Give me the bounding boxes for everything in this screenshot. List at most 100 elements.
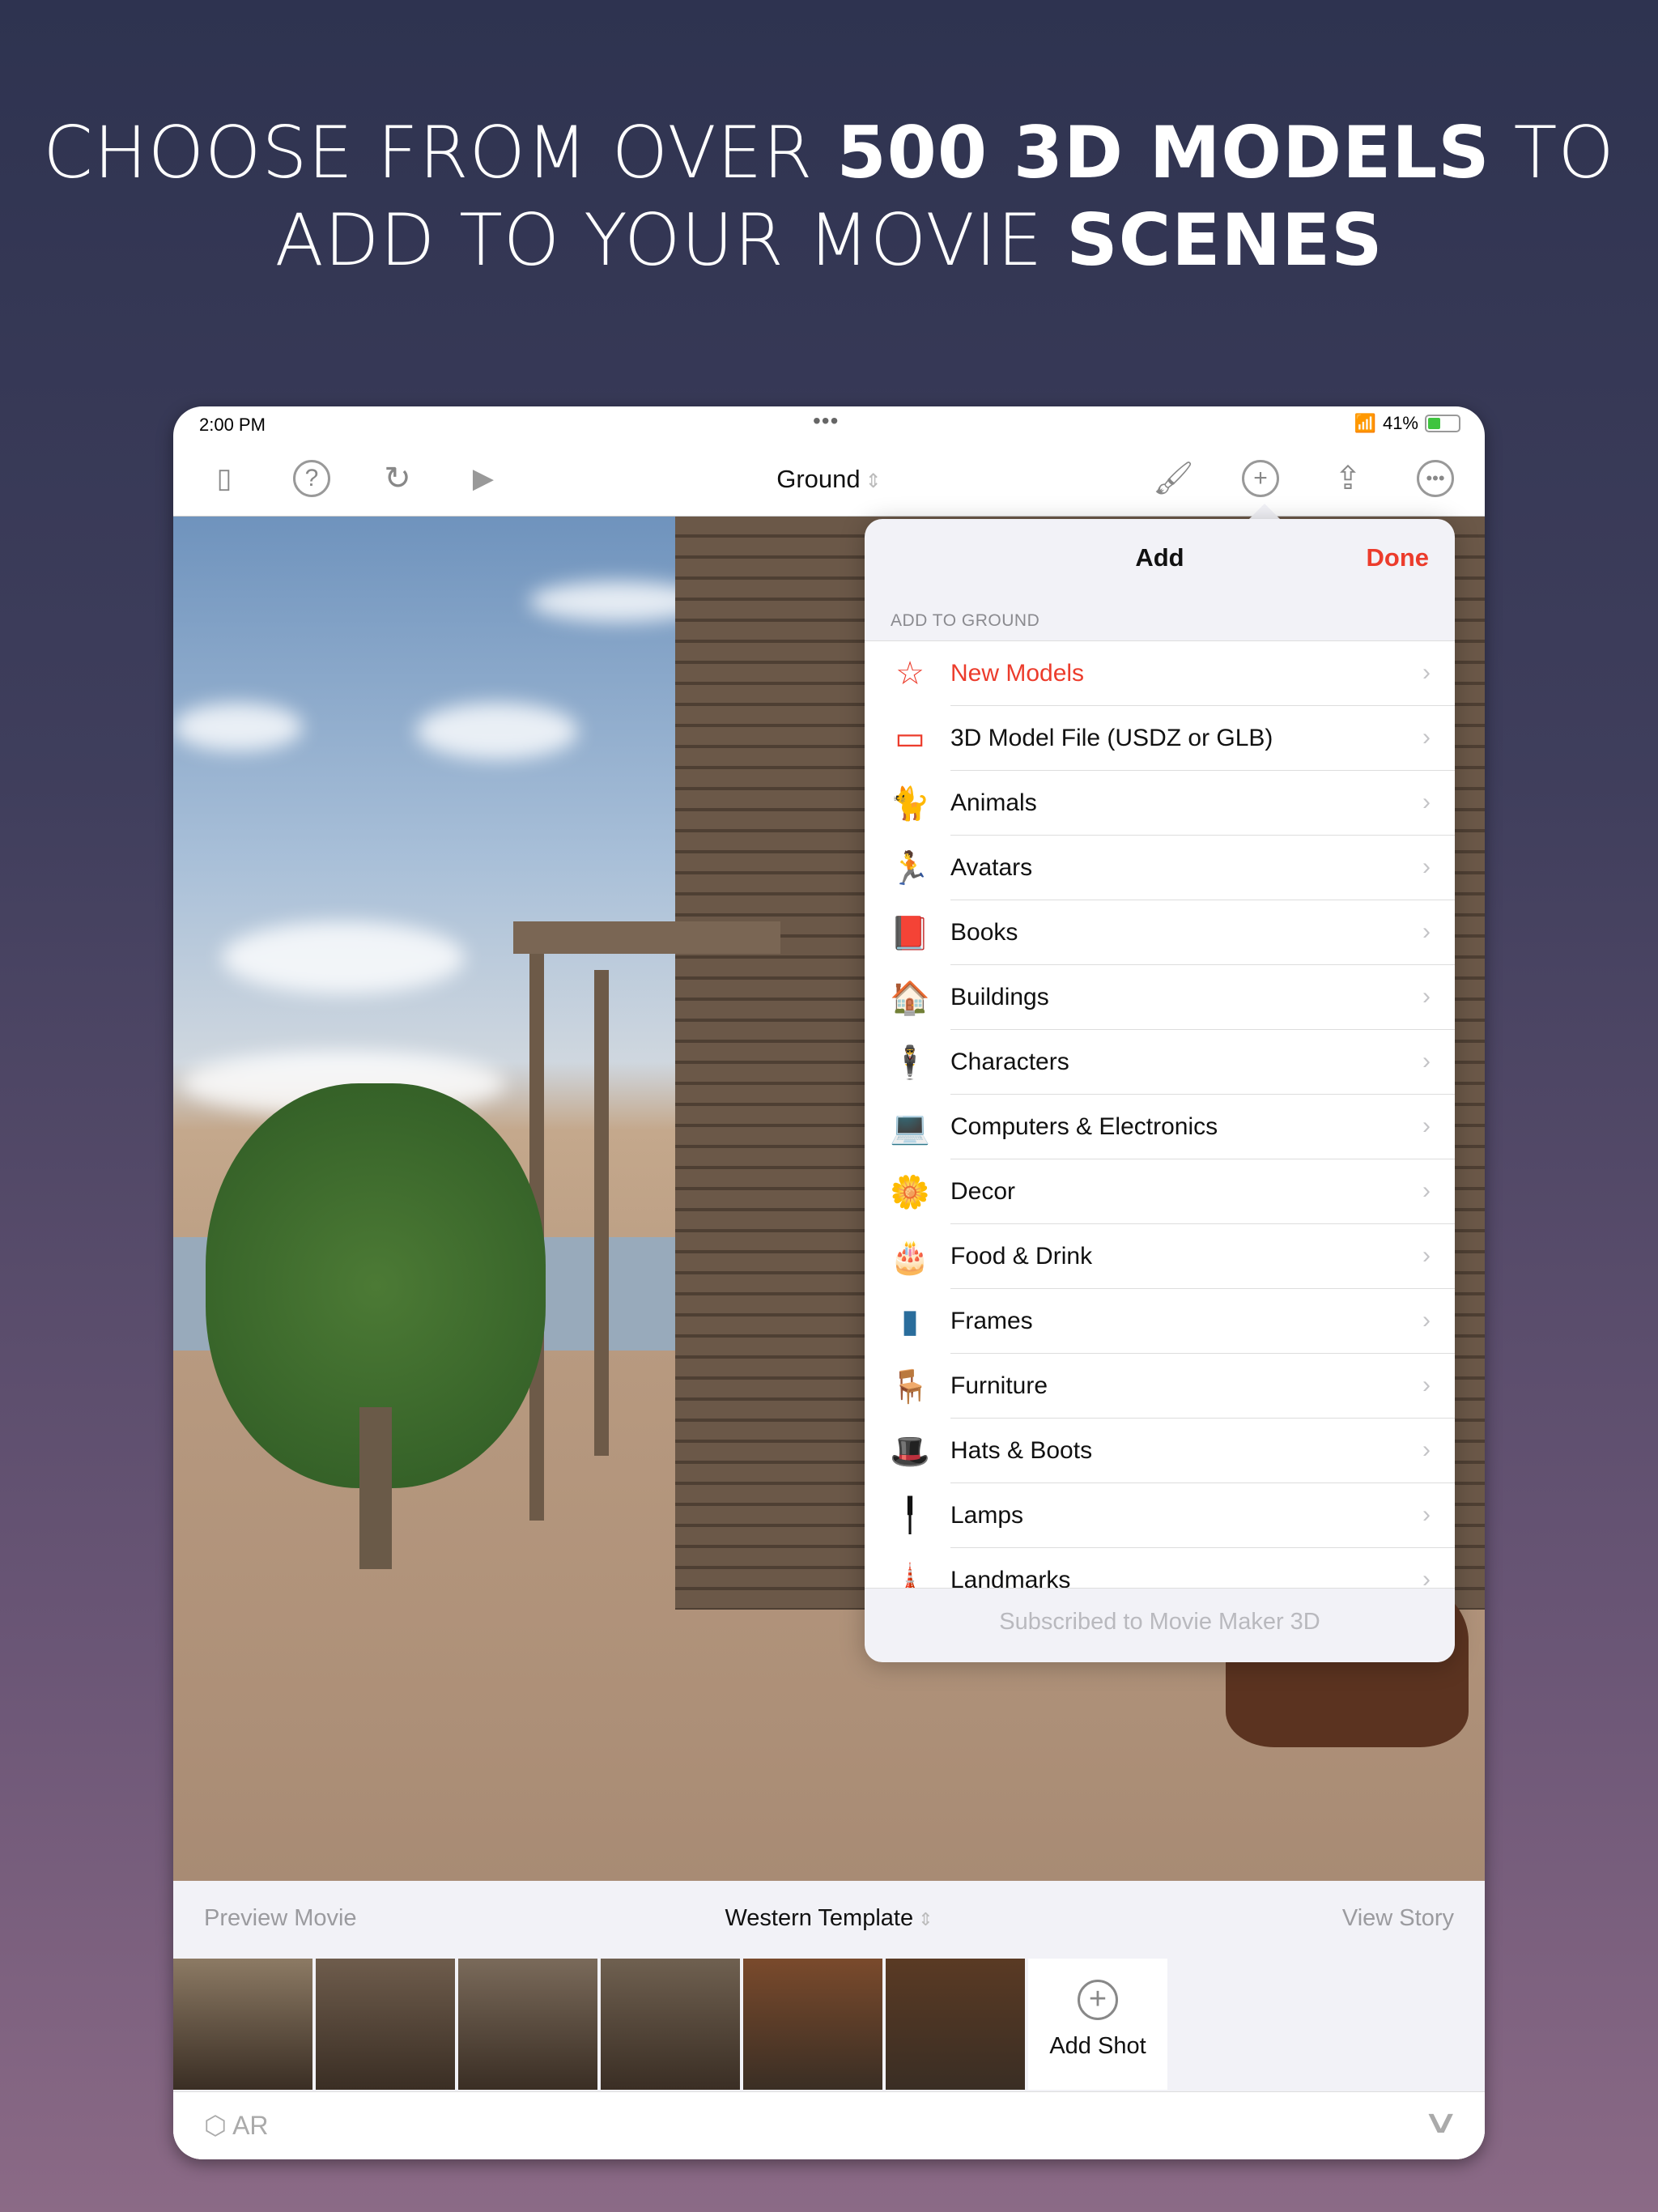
category-label: Computers & Electronics bbox=[950, 1095, 1455, 1159]
headline-text: TO bbox=[1490, 111, 1615, 194]
category-icon: 🎂 bbox=[890, 1239, 930, 1275]
chevron-right-icon: › bbox=[1422, 1177, 1431, 1204]
category-row[interactable]: ▭ 3D Model File (USDZ or GLB) › bbox=[865, 706, 1455, 771]
category-row[interactable]: ▮ Frames › bbox=[865, 1289, 1455, 1354]
category-icon: 🏃 bbox=[890, 850, 930, 887]
chevron-right-icon: › bbox=[1422, 724, 1431, 751]
share-icon[interactable]: ⇪ bbox=[1329, 460, 1367, 497]
chevron-right-icon: › bbox=[1422, 983, 1431, 1010]
category-label: New Models bbox=[950, 641, 1455, 706]
more-icon[interactable]: ••• bbox=[1417, 460, 1454, 497]
status-time: 2:00 PM bbox=[199, 415, 266, 435]
category-row[interactable]: 📕 Books › bbox=[865, 900, 1455, 965]
category-icon: 🎩 bbox=[890, 1433, 930, 1470]
section-header: ADD TO GROUND bbox=[891, 611, 1040, 630]
category-label: 3D Model File (USDZ or GLB) bbox=[950, 706, 1455, 771]
category-list[interactable]: ☆ New Models › ▭ 3D Model File (USDZ or GLB)… bbox=[865, 640, 1455, 1588]
category-row[interactable]: 🪑 Furniture › bbox=[865, 1354, 1455, 1419]
chevron-right-icon: › bbox=[1422, 1307, 1431, 1334]
toolbar: ▯ ? ↻ ▶ Ground ⇕ 🖌 + ⇪ ••• bbox=[173, 442, 1485, 517]
wifi-icon: 📶 bbox=[1354, 413, 1376, 433]
chevron-right-icon: › bbox=[1422, 1436, 1431, 1463]
category-icon: ╿ bbox=[899, 1498, 920, 1534]
headline-bold: 500 3D MODELS bbox=[836, 111, 1490, 194]
headline-text: CHOOSE FROM OVER bbox=[43, 111, 837, 194]
headline: CHOOSE FROM OVER 500 3D MODELS TO ADD TO… bbox=[0, 109, 1658, 284]
status-bar: 2:00 PM ••• 📶 41% bbox=[173, 406, 1485, 442]
chevron-right-icon: › bbox=[1422, 659, 1431, 686]
subscription-status: Subscribed to Movie Maker 3D bbox=[865, 1588, 1455, 1662]
paintbrush-icon[interactable]: 🖌 bbox=[1153, 460, 1194, 497]
category-icon: 🗼 bbox=[890, 1563, 930, 1589]
category-row[interactable]: ☆ New Models › bbox=[865, 641, 1455, 706]
add-circle-icon: + bbox=[1078, 1980, 1118, 2020]
add-icon[interactable]: + bbox=[1242, 460, 1279, 497]
headline-text: ADD TO YOUR MOVIE bbox=[274, 198, 1067, 282]
category-row[interactable]: 🎩 Hats & Boots › bbox=[865, 1419, 1455, 1483]
shot-thumbnail[interactable] bbox=[886, 1959, 1025, 2090]
shot-thumbnail[interactable] bbox=[316, 1959, 455, 2090]
chevron-down-icon[interactable]: ∨ bbox=[1422, 2104, 1460, 2141]
category-row[interactable]: 🌼 Decor › bbox=[865, 1159, 1455, 1224]
category-label: Food & Drink bbox=[950, 1224, 1455, 1289]
category-icon: 🪑 bbox=[890, 1368, 930, 1405]
category-icon: 🌼 bbox=[890, 1174, 930, 1210]
view-story-button[interactable]: View Story bbox=[1342, 1905, 1454, 1932]
chevron-updown-icon: ⇕ bbox=[918, 1909, 933, 1929]
add-shot-button[interactable]: + Add Shot bbox=[1028, 1959, 1167, 2090]
chevron-right-icon: › bbox=[1422, 1112, 1431, 1139]
category-row[interactable]: ╿ Lamps › bbox=[865, 1483, 1455, 1548]
story-panel: Preview Movie Western Template ⇕ View Sto… bbox=[173, 1881, 1485, 2159]
chevron-right-icon: › bbox=[1422, 1242, 1431, 1269]
add-popover: Add Done ADD TO GROUND ☆ New Models › ▭ 3D M… bbox=[865, 519, 1455, 1662]
category-icon: 📕 bbox=[890, 915, 930, 951]
category-row[interactable]: 🗼 Landmarks › bbox=[865, 1548, 1455, 1589]
done-button[interactable]: Done bbox=[1367, 543, 1430, 572]
headline-bold: SCENES bbox=[1066, 198, 1384, 282]
chevron-right-icon: › bbox=[1422, 1372, 1431, 1398]
category-label: Characters bbox=[950, 1030, 1455, 1095]
shot-thumbnail[interactable] bbox=[601, 1959, 740, 2090]
category-label: Frames bbox=[950, 1289, 1455, 1354]
category-label: Lamps bbox=[950, 1483, 1455, 1548]
category-icon: 🏠 bbox=[890, 980, 930, 1016]
category-row[interactable]: 🏠 Buildings › bbox=[865, 965, 1455, 1030]
category-icon: 🐈 bbox=[890, 785, 930, 822]
category-label: Decor bbox=[950, 1159, 1455, 1224]
category-icon: ▮ bbox=[900, 1304, 919, 1339]
shot-thumbnail[interactable] bbox=[173, 1959, 312, 2090]
ar-label: AR bbox=[232, 2111, 269, 2140]
add-shot-label: Add Shot bbox=[1049, 2033, 1146, 2059]
battery-icon bbox=[1425, 415, 1460, 432]
category-row[interactable]: 🐈 Animals › bbox=[865, 771, 1455, 836]
chevron-updown-icon: ⇕ bbox=[865, 470, 882, 492]
shot-thumbnail[interactable] bbox=[458, 1959, 597, 2090]
category-icon: ▭ bbox=[895, 721, 925, 756]
template-picker[interactable]: Western Template ⇕ bbox=[173, 1905, 1485, 1932]
chevron-right-icon: › bbox=[1422, 1566, 1431, 1588]
category-row[interactable]: 🏃 Avatars › bbox=[865, 836, 1455, 900]
multitasking-dots[interactable]: ••• bbox=[813, 408, 839, 434]
battery-percent: 41% bbox=[1382, 413, 1418, 433]
template-name: Western Template bbox=[725, 1905, 914, 1931]
chevron-right-icon: › bbox=[1422, 918, 1431, 945]
category-label: Hats & Boots bbox=[950, 1419, 1455, 1483]
shot-thumbnail[interactable] bbox=[743, 1959, 882, 2090]
category-label: Animals bbox=[950, 771, 1455, 836]
category-icon: ☆ bbox=[895, 656, 925, 691]
popover-arrow bbox=[1248, 504, 1281, 520]
ar-button[interactable]: ⬡ AR bbox=[204, 2110, 269, 2141]
ar-cube-icon: ⬡ bbox=[204, 2111, 227, 2140]
category-icon: 🕴 bbox=[890, 1044, 930, 1081]
category-label: Books bbox=[950, 900, 1455, 965]
chevron-right-icon: › bbox=[1422, 853, 1431, 880]
category-row[interactable]: 💻 Computers & Electronics › bbox=[865, 1095, 1455, 1159]
category-row[interactable]: 🕴 Characters › bbox=[865, 1030, 1455, 1095]
chevron-right-icon: › bbox=[1422, 789, 1431, 815]
scene-title-picker[interactable]: Ground ⇕ bbox=[173, 465, 1485, 494]
category-label: Avatars bbox=[950, 836, 1455, 900]
ar-bar: ⬡ AR ∨ bbox=[173, 2091, 1485, 2159]
chevron-right-icon: › bbox=[1422, 1501, 1431, 1528]
category-label: Furniture bbox=[950, 1354, 1455, 1419]
category-row[interactable]: 🎂 Food & Drink › bbox=[865, 1224, 1455, 1289]
